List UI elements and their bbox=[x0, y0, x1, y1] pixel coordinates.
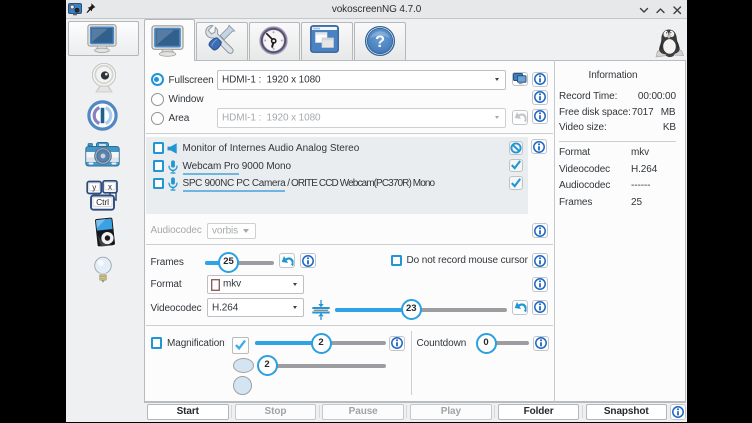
svg-text:x: x bbox=[108, 183, 112, 192]
svg-text:y: y bbox=[92, 183, 96, 192]
svg-text:Ctrl: Ctrl bbox=[96, 197, 109, 207]
svg-text:?: ? bbox=[375, 33, 385, 51]
